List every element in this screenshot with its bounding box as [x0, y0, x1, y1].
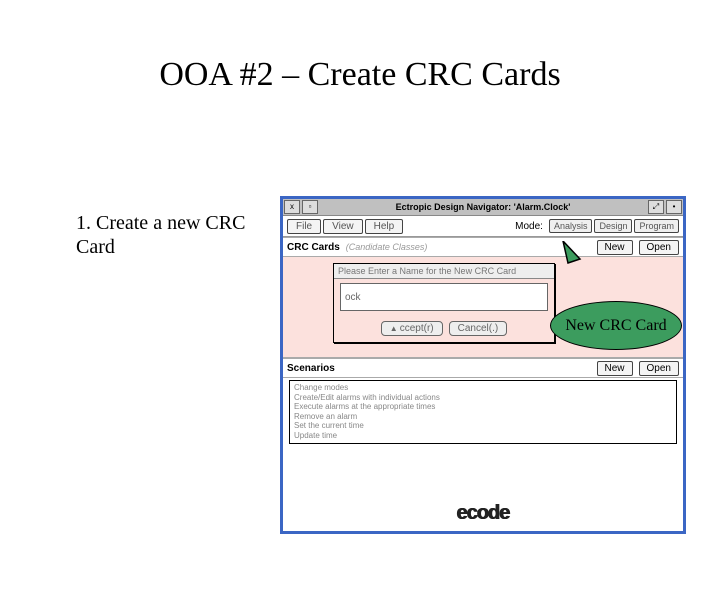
new-crc-dialog: Please Enter a Name for the New CRC Card…	[333, 263, 555, 343]
callout-bubble: New CRC Card	[550, 301, 682, 350]
scenarios-section-label: Scenarios	[287, 363, 335, 374]
scenarios-section-bar: Scenarios New Open	[283, 358, 683, 378]
slide-title: OOA #2 – Create CRC Cards	[0, 56, 720, 94]
mode-label: Mode:	[515, 221, 547, 232]
resize-icon[interactable]: ⤢	[648, 200, 664, 214]
crc-open-button[interactable]: Open	[639, 240, 679, 255]
cancel-button[interactable]: Cancel(.)	[449, 321, 508, 336]
cancel-button-label: Cancel(.)	[458, 323, 499, 334]
window-menu-icon[interactable]: •	[666, 200, 682, 214]
close-icon[interactable]: x	[284, 200, 300, 214]
app-window: x ▫ Ectropic Design Navigator: 'Alarm.Cl…	[280, 196, 686, 534]
accept-button[interactable]: ▲ ccept(r)	[381, 321, 443, 336]
mode-program[interactable]: Program	[634, 219, 679, 233]
mode-design[interactable]: Design	[594, 219, 632, 233]
logo: ecode	[457, 502, 510, 525]
crc-section-hint: (Candidate Classes)	[346, 242, 428, 252]
crc-section-bar: CRC Cards (Candidate Classes) New Open	[283, 237, 683, 257]
window-title: Ectropic Design Navigator: 'Alarm.Clock'	[319, 199, 647, 215]
list-item[interactable]: Set the current time	[294, 421, 672, 431]
dialog-title: Please Enter a Name for the New CRC Card	[334, 264, 554, 279]
menu-file[interactable]: File	[287, 219, 321, 234]
menu-help[interactable]: Help	[365, 219, 404, 234]
titlebar: x ▫ Ectropic Design Navigator: 'Alarm.Cl…	[283, 199, 683, 216]
accept-icon: ▲	[390, 324, 398, 333]
logo-area: ecode	[283, 502, 683, 525]
list-item[interactable]: Change modes	[294, 383, 672, 393]
crc-section-label: CRC Cards	[287, 242, 340, 253]
menubar: File View Help Mode: Analysis Design Pro…	[283, 216, 683, 237]
scenarios-list[interactable]: Change modes Create/Edit alarms with ind…	[289, 380, 677, 444]
list-item[interactable]: Execute alarms at the appropriate times	[294, 402, 672, 412]
scenarios-open-button[interactable]: Open	[639, 361, 679, 376]
scenarios-new-button[interactable]: New	[597, 361, 633, 376]
list-item[interactable]: Update time	[294, 431, 672, 441]
crc-name-input[interactable]	[340, 283, 548, 311]
minimize-icon[interactable]: ▫	[302, 200, 318, 214]
list-item[interactable]: Create/Edit alarms with individual actio…	[294, 393, 672, 403]
mode-analysis[interactable]: Analysis	[549, 219, 593, 233]
crc-new-button[interactable]: New	[597, 240, 633, 255]
list-item[interactable]: Remove an alarm	[294, 412, 672, 422]
accept-button-label: ccept(r)	[400, 323, 434, 334]
callout: New CRC Card	[550, 301, 682, 350]
step-instruction: 1. Create a new CRC Card	[76, 211, 256, 259]
menu-view[interactable]: View	[323, 219, 363, 234]
